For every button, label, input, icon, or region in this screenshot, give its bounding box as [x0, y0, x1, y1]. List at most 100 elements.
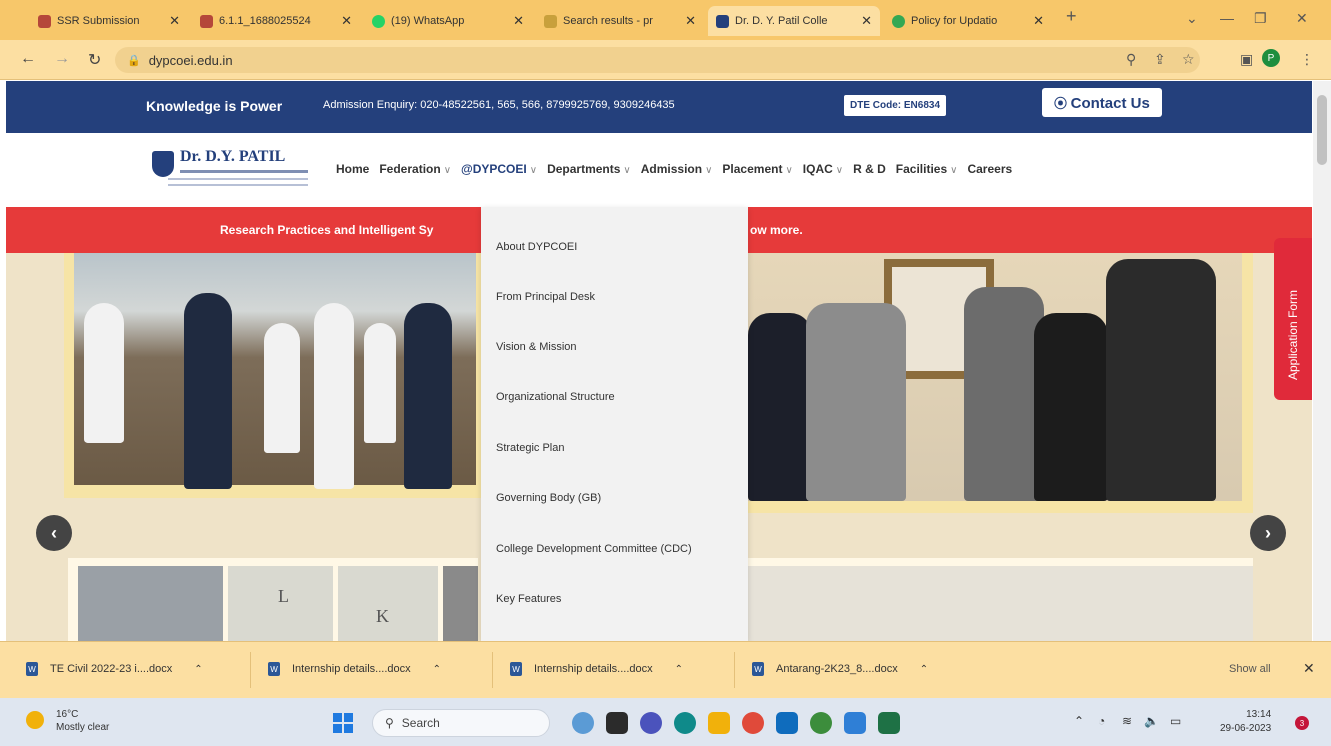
- outlook-icon[interactable]: [776, 712, 798, 734]
- thumbnail-letter: K: [376, 606, 389, 626]
- tab-search-chevron-icon[interactable]: ⌄: [1186, 10, 1198, 27]
- download-item[interactable]: W Internship details....docx ⌃: [268, 662, 441, 676]
- tab-title: Search results - pr: [563, 15, 653, 27]
- excel-icon[interactable]: [878, 712, 900, 734]
- browser-tab[interactable]: Policy for Updatio ✕: [884, 6, 1052, 36]
- volume-icon[interactable]: 🔈: [1144, 714, 1159, 728]
- nav-departments[interactable]: Departments ∨: [547, 162, 631, 176]
- thumbnail-photo: K: [338, 566, 438, 641]
- tab-close-icon[interactable]: ✕: [1033, 13, 1044, 29]
- download-filename: TE Civil 2022-23 i....docx: [50, 663, 173, 675]
- tab-close-icon[interactable]: ✕: [341, 13, 352, 29]
- slider-next-button[interactable]: ›: [1250, 515, 1286, 551]
- nav-dypcoei[interactable]: @DYPCOEI ∨: [461, 162, 537, 176]
- person-figure: [184, 293, 232, 489]
- nav-careers[interactable]: Careers: [967, 162, 1012, 176]
- system-clock[interactable]: 13:14 29-06-2023: [1220, 708, 1271, 736]
- close-downloads-icon[interactable]: ✕: [1303, 660, 1315, 677]
- chevron-up-icon[interactable]: ⌃: [194, 664, 202, 675]
- tray-app-icon[interactable]: ◔: [1098, 714, 1105, 728]
- notification-badge[interactable]: 3: [1295, 716, 1309, 730]
- menu-item-principal-desk[interactable]: From Principal Desk: [496, 291, 595, 303]
- browser-tab[interactable]: (19) WhatsApp ✕: [364, 6, 532, 36]
- nav-facilities[interactable]: Facilities ∨: [896, 162, 958, 176]
- browser-tab-active[interactable]: Dr. D. Y. Patil Colle ✕: [708, 6, 880, 36]
- scrollbar-thumb[interactable]: [1317, 95, 1327, 165]
- chrome-profile-icon[interactable]: [810, 712, 832, 734]
- restore-button[interactable]: ❐: [1254, 10, 1267, 27]
- nav-admission[interactable]: Admission ∨: [641, 162, 713, 176]
- weather-condition: Mostly clear: [56, 722, 110, 733]
- slider-prev-button[interactable]: ‹: [36, 515, 72, 551]
- file-explorer-icon[interactable]: [708, 712, 730, 734]
- nav-label: IQAC: [802, 162, 833, 176]
- app-icon[interactable]: [844, 712, 866, 734]
- application-form-tab[interactable]: Application Form: [1274, 238, 1312, 400]
- chrome-icon[interactable]: [742, 712, 764, 734]
- share-icon[interactable]: ⇪: [1154, 51, 1166, 68]
- chevron-up-icon[interactable]: ⌃: [675, 664, 683, 675]
- announcement-text[interactable]: Research Practices and Intelligent Sy: [220, 223, 433, 237]
- new-tab-button[interactable]: +: [1066, 6, 1077, 27]
- side-panel-icon[interactable]: ▣: [1240, 51, 1253, 68]
- browser-tab[interactable]: Search results - pr ✕: [536, 6, 704, 36]
- bookmark-star-icon[interactable]: ☆: [1182, 51, 1195, 68]
- tray-chevron-up-icon[interactable]: ⌃: [1074, 714, 1084, 728]
- menu-item-cdc[interactable]: College Development Committee (CDC): [496, 543, 692, 555]
- logo-subtitle-line: [180, 170, 308, 173]
- person-figure: [314, 303, 354, 489]
- battery-icon[interactable]: ▭: [1170, 714, 1181, 728]
- zoom-icon[interactable]: ⚲: [1126, 51, 1136, 68]
- kebab-menu-icon[interactable]: ⋮: [1300, 51, 1314, 68]
- nav-rnd[interactable]: R & D: [853, 162, 886, 176]
- download-item[interactable]: W TE Civil 2022-23 i....docx ⌃: [26, 662, 203, 676]
- download-item[interactable]: W Antarang-2K23_8....docx ⌃: [752, 662, 928, 676]
- nav-placement[interactable]: Placement ∨: [722, 162, 792, 176]
- divider: [492, 652, 493, 688]
- word-doc-icon: W: [752, 662, 764, 676]
- college-logo[interactable]: Dr. D.Y. PATIL: [152, 148, 312, 194]
- person-figure: [1106, 259, 1216, 501]
- tab-close-icon[interactable]: ✕: [685, 13, 696, 29]
- bing-chat-icon[interactable]: [572, 712, 594, 734]
- reload-icon[interactable]: ↻: [88, 50, 101, 70]
- nav-home[interactable]: Home: [336, 162, 369, 176]
- download-item[interactable]: W Internship details....docx ⌃: [510, 662, 683, 676]
- tab-close-icon[interactable]: ✕: [169, 13, 180, 29]
- minimize-button[interactable]: —: [1220, 10, 1234, 26]
- menu-item-strategic-plan[interactable]: Strategic Plan: [496, 442, 564, 454]
- menu-item-org-structure[interactable]: Organizational Structure: [496, 391, 615, 403]
- wifi-icon[interactable]: ≋: [1122, 714, 1132, 728]
- address-bar[interactable]: 🔒 dypcoei.edu.in: [115, 47, 1200, 73]
- slide-photo: [74, 253, 476, 489]
- browser-tab[interactable]: 6.1.1_1688025524 ✕: [192, 6, 360, 36]
- show-all-downloads-link[interactable]: Show all: [1229, 663, 1271, 675]
- contact-us-button[interactable]: ⦿ Contact Us: [1042, 88, 1162, 117]
- chevron-up-icon[interactable]: ⌃: [433, 664, 441, 675]
- edge-icon[interactable]: [674, 712, 696, 734]
- task-view-icon[interactable]: [606, 712, 628, 734]
- profile-avatar[interactable]: P: [1262, 49, 1280, 67]
- teams-chat-icon[interactable]: [640, 712, 662, 734]
- tab-close-icon[interactable]: ✕: [513, 13, 524, 29]
- windows-start-icon[interactable]: [333, 713, 353, 733]
- browser-tab[interactable]: SSR Submission ✕: [30, 6, 188, 36]
- crest-icon: [152, 151, 174, 177]
- tab-close-icon[interactable]: ✕: [861, 13, 872, 29]
- site-navbar: Dr. D.Y. PATIL Home Federation ∨ @DYPCOEI…: [6, 133, 1312, 207]
- taskbar-search[interactable]: ⚲ Search: [372, 709, 550, 737]
- chevron-up-icon[interactable]: ⌃: [920, 664, 928, 675]
- nav-iqac[interactable]: IQAC ∨: [803, 162, 843, 176]
- window-close-button[interactable]: ✕: [1296, 10, 1308, 27]
- page-scrollbar[interactable]: [1313, 81, 1331, 641]
- menu-item-vision-mission[interactable]: Vision & Mission: [496, 341, 577, 353]
- person-figure: [806, 303, 906, 501]
- menu-item-governing-body[interactable]: Governing Body (GB): [496, 492, 601, 504]
- logo-name: Dr. D.Y. PATIL: [180, 148, 286, 165]
- announcement-text-tail[interactable]: ow more.: [750, 223, 803, 237]
- forward-arrow-icon[interactable]: →: [54, 50, 70, 68]
- menu-item-key-features[interactable]: Key Features: [496, 593, 561, 605]
- back-arrow-icon[interactable]: ←: [20, 50, 36, 68]
- nav-federation[interactable]: Federation ∨: [379, 162, 451, 176]
- menu-item-about[interactable]: About DYPCOEI: [496, 241, 577, 253]
